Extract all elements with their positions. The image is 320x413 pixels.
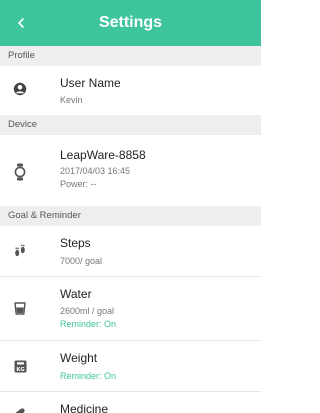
steps-row[interactable]: Steps 7000/ goal [0,226,261,276]
device-row[interactable]: LeapWare-8858 2017/04/03 16:45 Power: -- [0,135,261,205]
weight-reminder-status: Reminder: On [60,371,117,381]
device-name: LeapWare-8858 [60,148,146,162]
section-header-goal-reminder: Goal & Reminder [0,206,261,226]
steps-goal: 7000/ goal [60,256,103,266]
svg-text:KG: KG [16,367,24,373]
footsteps-icon [0,226,40,276]
app-header: Settings [0,0,261,46]
settings-screen: Settings Profile User Name Kevin Device … [0,0,261,413]
device-power: Power: -- [60,179,97,189]
weight-label: Weight [60,351,98,365]
user-name-label: User Name [60,76,121,90]
water-row[interactable]: Water 2600ml / goal Reminder: On [0,277,261,340]
medicine-label: Medicine [60,402,109,413]
medicine-row[interactable]: Medicine [0,392,261,413]
weight-row[interactable]: KG Weight Reminder: On [0,341,261,391]
section-header-profile: Profile [0,46,261,66]
section-header-device: Device [0,115,261,135]
pill-icon [0,392,40,413]
user-name-row[interactable]: User Name Kevin [0,66,261,112]
user-circle-icon [0,66,40,112]
page-title: Settings [98,14,163,31]
water-label: Water [60,287,92,301]
water-goal: 2600ml / goal [60,306,115,316]
water-reminder-status: Reminder: On [60,319,117,329]
watch-icon [0,137,40,207]
cup-icon [0,277,40,340]
device-sync-date: 2017/04/03 16:45 [60,166,131,176]
user-name-value: Kevin [60,95,83,105]
steps-label: Steps [60,236,91,250]
scale-kg-icon: KG [0,341,40,391]
